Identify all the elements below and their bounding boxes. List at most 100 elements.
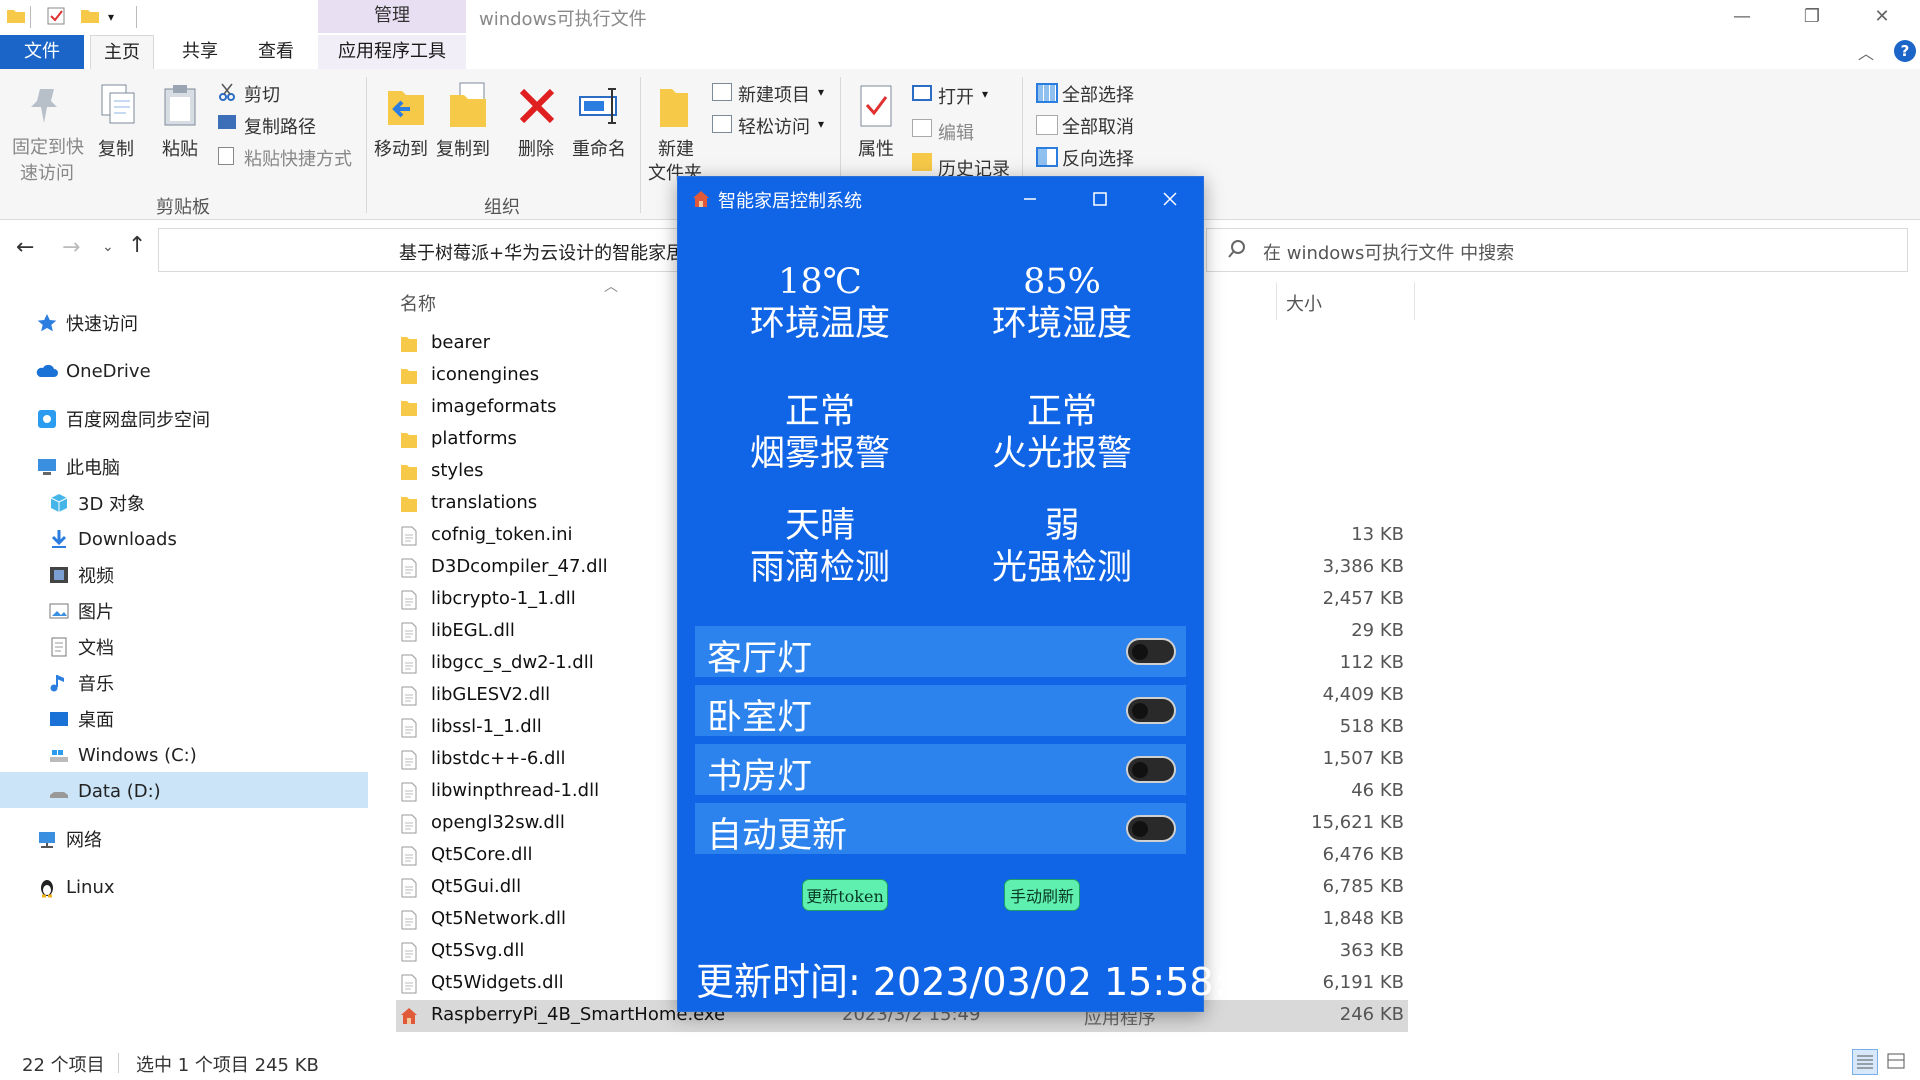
item-count: 22 个项目 — [22, 1055, 105, 1076]
tab-share[interactable]: 共享 — [168, 35, 232, 69]
close-button[interactable]: ✕ — [1852, 0, 1912, 33]
move-to-button[interactable]: 移动到 — [374, 135, 428, 161]
invert-selection-icon — [1036, 147, 1058, 167]
column-header-size[interactable]: 大小 — [1286, 290, 1322, 316]
paste-button[interactable]: 粘贴 — [162, 135, 198, 161]
nav-item-drive-d[interactable]: Data (D:) — [48, 774, 161, 808]
status-divider — [118, 1053, 119, 1073]
file-icon — [400, 686, 418, 706]
back-arrow-icon[interactable]: ← — [16, 235, 34, 260]
manual-refresh-button[interactable]: 手动刷新 — [1004, 879, 1080, 911]
properties-check-icon[interactable] — [46, 6, 66, 26]
app-title: 智能家居控制系统 — [718, 191, 862, 212]
new-item-button[interactable]: 新建项目 — [738, 81, 810, 107]
rename-button[interactable]: 重命名 — [572, 135, 626, 161]
file-icon — [400, 558, 418, 578]
nav-item-downloads[interactable]: Downloads — [48, 522, 177, 556]
toggle-knob — [1132, 821, 1148, 837]
up-arrow-icon[interactable]: ↑ — [128, 233, 146, 258]
large-icons-view-icon[interactable] — [1884, 1049, 1910, 1075]
pin-quick-access-button[interactable]: 固定到快 — [12, 133, 84, 159]
drive-icon — [48, 780, 70, 802]
file-icon — [400, 654, 418, 674]
study-light-toggle[interactable] — [1126, 756, 1176, 783]
auto-update-toggle[interactable] — [1126, 815, 1176, 842]
file-name: libcrypto-1_1.dll — [431, 588, 576, 609]
properties-button[interactable]: 属性 — [858, 135, 894, 161]
status-bar: 22 个项目 选中 1 个项目 245 KB — [0, 1045, 1920, 1080]
house-icon — [692, 190, 710, 208]
recent-locations-chevron-icon[interactable]: ⌄ — [102, 239, 114, 255]
nav-item-quick-access[interactable]: 快速访问 — [36, 306, 138, 340]
app-maximize-button[interactable] — [1065, 177, 1135, 220]
column-divider[interactable] — [1276, 282, 1277, 320]
tab-home[interactable]: 主页 — [90, 35, 154, 69]
easy-access-button[interactable]: 轻松访问 — [738, 113, 810, 139]
restore-button[interactable]: ❐ — [1782, 0, 1842, 33]
nav-item-onedrive[interactable]: OneDrive — [36, 354, 151, 388]
minimize-button[interactable]: — — [1712, 0, 1772, 33]
nav-item-desktop[interactable]: 桌面 — [48, 702, 114, 736]
file-icon — [400, 718, 418, 738]
qat-dropdown-icon[interactable]: ▾ — [108, 10, 128, 30]
search-input[interactable]: 在 windows可执行文件 中搜索 — [1206, 228, 1908, 272]
new-item-dropdown-icon[interactable]: ▾ — [818, 85, 824, 99]
app-title-bar: 智能家居控制系统 — [678, 177, 1203, 220]
copy-to-button[interactable]: 复制到 — [436, 135, 490, 161]
easy-access-dropdown-icon[interactable]: ▾ — [818, 117, 824, 131]
file-name: bearer — [431, 332, 491, 353]
file-size: 6,476 KB — [1322, 844, 1404, 865]
select-all-button[interactable]: 全部选择 — [1062, 81, 1134, 107]
new-folder-icon[interactable] — [80, 6, 100, 26]
new-folder-button[interactable]: 新建 — [658, 135, 694, 161]
nav-item-network[interactable]: 网络 — [36, 822, 102, 856]
copy-path-button[interactable]: 复制路径 — [244, 113, 316, 139]
app-minimize-button[interactable] — [995, 177, 1065, 220]
nav-item-music[interactable]: 音乐 — [48, 666, 114, 700]
file-name: libgcc_s_dw2-1.dll — [431, 652, 594, 673]
file-size: 112 KB — [1339, 652, 1404, 673]
copy-button[interactable]: 复制 — [98, 135, 134, 161]
nav-item-baidu-sync[interactable]: 百度网盘同步空间 — [36, 402, 210, 436]
delete-button[interactable]: 删除 — [518, 135, 554, 161]
network-icon — [36, 828, 58, 850]
nav-item-videos[interactable]: 视频 — [48, 558, 114, 592]
update-token-button[interactable]: 更新token — [802, 879, 888, 911]
column-divider[interactable] — [1414, 282, 1415, 320]
collapse-ribbon-icon[interactable]: ︿ — [1858, 40, 1874, 64]
details-view-icon[interactable] — [1852, 1049, 1878, 1075]
open-button[interactable]: 打开 — [938, 83, 974, 109]
bedroom-light-toggle[interactable] — [1126, 697, 1176, 724]
nav-item-drive-c[interactable]: Windows (C:) — [48, 738, 197, 772]
column-header-name[interactable]: 名称 — [400, 290, 436, 316]
tab-file[interactable]: 文件 — [0, 35, 84, 69]
address-bar[interactable]: 基于树莓派+华为云设计的智能家居 — [158, 228, 684, 272]
folder-icon[interactable] — [6, 6, 26, 26]
smoke-alarm-value: 正常 — [784, 392, 855, 432]
help-icon[interactable]: ? — [1894, 40, 1916, 62]
nav-item-pictures[interactable]: 图片 — [48, 594, 114, 628]
forward-arrow-icon[interactable]: → — [62, 235, 80, 260]
tab-view[interactable]: 查看 — [244, 35, 308, 69]
paste-shortcut-button[interactable]: 粘贴快捷方式 — [244, 145, 352, 171]
file-name: cofnig_token.ini — [431, 524, 573, 545]
nav-item-documents[interactable]: 文档 — [48, 630, 114, 664]
file-size: 1,848 KB — [1322, 908, 1404, 929]
invert-selection-button[interactable]: 反向选择 — [1062, 145, 1134, 171]
tab-app-tools[interactable]: 应用程序工具 — [318, 35, 466, 69]
windows-drive-icon — [48, 744, 70, 766]
app-close-button[interactable] — [1135, 177, 1205, 220]
living-room-light-toggle[interactable] — [1126, 638, 1176, 665]
rain-detection-readout: 天晴 雨滴检测 — [700, 505, 940, 589]
select-none-button[interactable]: 全部取消 — [1062, 113, 1134, 139]
nav-item-this-pc[interactable]: 此电脑 — [36, 450, 120, 484]
open-dropdown-icon[interactable]: ▾ — [982, 87, 988, 101]
file-icon — [400, 878, 418, 898]
manage-context-tab[interactable]: 管理 — [318, 0, 466, 33]
cut-button[interactable]: 剪切 — [244, 81, 280, 107]
toggle-knob — [1132, 762, 1148, 778]
nav-item-3d-objects[interactable]: 3D 对象 — [48, 486, 145, 520]
edit-button[interactable]: 编辑 — [938, 119, 974, 145]
bedroom-light-row: 卧室灯 — [695, 685, 1186, 738]
nav-item-linux[interactable]: Linux — [36, 870, 115, 904]
